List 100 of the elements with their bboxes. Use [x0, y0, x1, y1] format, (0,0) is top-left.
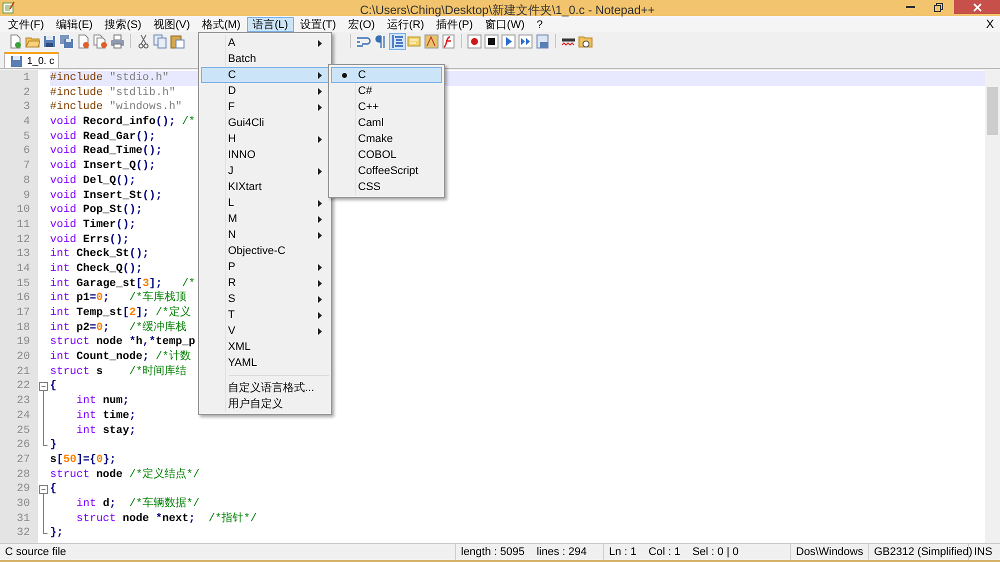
stop-macro-icon[interactable]	[484, 34, 499, 48]
menu-item[interactable]: 视图(V)	[147, 16, 196, 32]
code-line: int num;	[75, 394, 130, 409]
menu-item[interactable]: 文件(F)	[2, 16, 50, 32]
menu-item[interactable]: 语言(L)	[246, 16, 294, 32]
close-file-icon[interactable]	[76, 34, 91, 48]
menu-item[interactable]: Objective-C	[201, 243, 329, 259]
code-line: struct node *next; /*指针*/	[75, 512, 257, 526]
save-icon	[9, 54, 24, 68]
menu-item[interactable]: V	[201, 323, 329, 339]
menu-item[interactable]: XML	[201, 339, 329, 355]
line-number: 4	[22, 115, 31, 130]
line-number: 31	[16, 512, 31, 526]
menu-item[interactable]: COBOL	[331, 147, 442, 163]
menu-item[interactable]: 设置(T)	[294, 16, 342, 32]
menu-item[interactable]: A	[201, 35, 329, 51]
fold-end-line	[43, 526, 48, 534]
menu-item[interactable]: 插件(P)	[430, 16, 479, 32]
copy-icon[interactable]	[153, 34, 168, 48]
menu-item[interactable]: CoffeeScript	[331, 163, 442, 179]
line-number: 7	[22, 159, 31, 174]
print-icon[interactable]	[110, 34, 125, 48]
new-file-icon[interactable]	[8, 34, 23, 48]
play-macro-icon[interactable]	[501, 34, 516, 48]
save-macro-icon[interactable]	[535, 34, 550, 48]
menu-item[interactable]: N	[201, 227, 329, 243]
menu-item[interactable]: C++	[331, 99, 442, 115]
document-tab[interactable]: 1_0. c	[4, 52, 60, 68]
scrollbar-thumb[interactable]	[987, 87, 998, 135]
menu-item[interactable]: 运行(R)	[380, 16, 430, 32]
menu-item[interactable]: C	[201, 67, 329, 83]
record-macro-icon[interactable]	[467, 34, 482, 48]
code-line: int Check_St();	[50, 247, 150, 262]
menu-item[interactable]: T	[201, 307, 329, 323]
indent-guide-icon[interactable]	[390, 34, 405, 48]
menu-item[interactable]: D	[201, 83, 329, 99]
menu-item[interactable]: P	[201, 259, 329, 275]
menu-item[interactable]: 窗口(W)	[478, 16, 531, 32]
cut-icon[interactable]	[136, 34, 151, 48]
line-number: 20	[16, 350, 31, 365]
menu-item[interactable]: J	[201, 163, 329, 179]
fold-toggle-icon[interactable]	[38, 482, 50, 498]
function-list-icon[interactable]	[441, 34, 456, 48]
menu-item[interactable]: 格式(M)	[196, 16, 247, 32]
menu-item[interactable]: Caml	[331, 115, 442, 131]
menu-item[interactable]: R	[201, 275, 329, 291]
menu-item[interactable]: YAML	[201, 355, 329, 371]
menu-item[interactable]: F	[201, 99, 329, 115]
line-number: 14	[16, 262, 31, 277]
panel-icon[interactable]	[407, 34, 422, 48]
close-document-button[interactable]: X	[980, 15, 1000, 33]
code-line: int Count_node; /*计数	[50, 350, 191, 364]
menu-item[interactable]: INNO	[201, 147, 329, 163]
close-all-icon[interactable]	[93, 34, 108, 48]
column-label: Col : 1	[648, 544, 680, 560]
line-number: 32	[16, 526, 31, 541]
menu-item[interactable]: C#	[331, 83, 442, 99]
line-number: 10	[16, 203, 31, 218]
window-title: C:\Users\Ching\Desktop\新建文件夹\1_0.c - Notepad++	[360, 2, 655, 18]
menu-item[interactable]: L	[201, 195, 329, 211]
line-number: 26	[16, 438, 31, 453]
line-number: 6	[22, 144, 31, 160]
menu-item[interactable]: M	[201, 211, 329, 227]
menu-item[interactable]: H	[201, 131, 329, 147]
menu-item[interactable]: Batch	[201, 51, 329, 67]
code-line: struct s /*时间库结	[50, 364, 186, 380]
line-number: 3	[22, 100, 31, 116]
menu-item[interactable]: 搜索(S)	[98, 16, 148, 32]
code-line: void Insert_St();	[50, 188, 162, 204]
menu-item[interactable]: Cmake	[331, 131, 442, 147]
close-icon	[972, 2, 982, 12]
line-number: 30	[16, 496, 31, 512]
code-line: s[50]={0};	[50, 452, 116, 468]
line-number: 8	[22, 174, 31, 188]
run-macro-multiple-icon[interactable]	[518, 34, 533, 48]
code-line: int Check_Q();	[50, 262, 142, 277]
menu-item[interactable]: ?	[530, 16, 549, 32]
code-line: void Pop_St();	[50, 203, 142, 218]
code-line: struct node /*定义结点*/	[50, 468, 200, 482]
code-line: void Record_info(); /*	[50, 115, 196, 130]
code-line: int Temp_st[2]; /*定义	[50, 306, 191, 320]
code-line: int p2=0; /*缓冲库栈	[50, 320, 186, 336]
insert-mode-label: INS	[974, 544, 992, 560]
menu-item[interactable]: CSS	[331, 179, 442, 195]
paste-icon[interactable]	[170, 34, 185, 48]
menu-item[interactable]: 自定义语言格式...	[201, 380, 329, 396]
menu-item[interactable]: C	[331, 67, 442, 83]
close-button[interactable]	[954, 0, 1000, 14]
menu-item[interactable]: KIXtart	[201, 179, 329, 195]
save-all-icon[interactable]	[59, 34, 74, 48]
menu-item[interactable]: 用户自定义	[201, 396, 329, 412]
menu-item[interactable]: 宏(O)	[342, 16, 381, 32]
save-icon[interactable]	[42, 34, 57, 48]
line-number: 12	[16, 232, 31, 248]
menu-item[interactable]: S	[201, 291, 329, 307]
menu-item[interactable]: Gui4Cli	[201, 115, 329, 131]
fold-toggle-icon[interactable]	[38, 379, 50, 394]
line-number: 13	[16, 247, 31, 262]
folder-icon[interactable]	[578, 34, 593, 48]
menu-item[interactable]: 编辑(E)	[50, 16, 99, 32]
